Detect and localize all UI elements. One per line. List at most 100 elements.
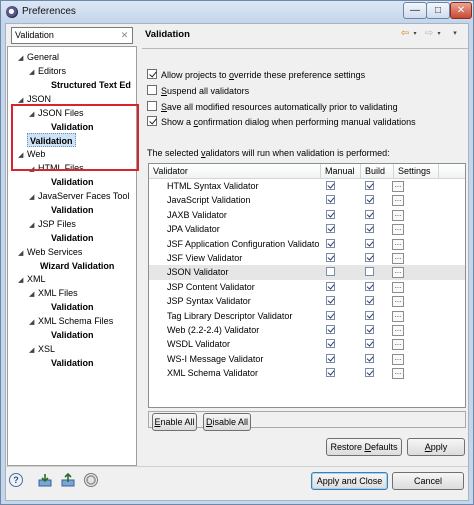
manual-checkbox[interactable] [326, 325, 335, 334]
validator-settings-button[interactable]: ... [392, 181, 404, 192]
validator-settings-button[interactable]: ... [392, 296, 404, 308]
table-row[interactable]: WS-I Message Validator... [149, 352, 465, 366]
tree-item[interactable]: Validation [51, 203, 94, 217]
validator-settings-button[interactable]: ... [392, 339, 404, 351]
validator-settings-button[interactable]: ... [392, 209, 404, 221]
view-menu-icon[interactable]: ▾ [448, 27, 462, 41]
enable-all-button[interactable]: Enable All [152, 413, 197, 431]
column-header-validator[interactable]: Validator [149, 164, 321, 179]
validator-settings-button[interactable]: ... [392, 325, 404, 336]
table-row[interactable]: JSF View Validator... [149, 251, 465, 265]
tree-expand-icon[interactable]: ◢ [29, 191, 38, 205]
build-checkbox[interactable] [365, 238, 374, 248]
column-header-manual[interactable]: Manual [321, 164, 361, 179]
tree-item[interactable]: Wizard Validation [40, 259, 114, 273]
suspend-all-checkbox[interactable] [147, 85, 157, 95]
allow-override-checkbox[interactable] [147, 69, 157, 79]
manual-checkbox[interactable] [326, 368, 335, 378]
manual-checkbox[interactable] [326, 181, 335, 190]
tree-item[interactable]: Validation [51, 328, 94, 342]
validator-settings-button[interactable]: ... [392, 353, 404, 365]
manual-checkbox[interactable] [326, 339, 335, 349]
tree-item[interactable]: ◢ XML [18, 272, 46, 286]
tree-item-selected[interactable]: Validation [27, 133, 76, 148]
tree-item[interactable]: ◢ Editors [29, 64, 66, 78]
build-checkbox[interactable] [365, 253, 374, 262]
validator-settings-button[interactable]: ... [392, 368, 404, 380]
validator-settings-button[interactable]: ... [392, 267, 404, 279]
preferences-gear-icon[interactable] [84, 473, 98, 487]
column-header-build[interactable]: Build [361, 164, 394, 179]
tree-item[interactable]: ◢ XSL [29, 342, 55, 356]
restore-defaults-button[interactable]: Restore Defaults [326, 438, 402, 456]
tree-expand-icon[interactable]: ◢ [29, 108, 38, 122]
tree-item[interactable]: Validation [51, 231, 94, 245]
table-row[interactable]: Tag Library Descriptor Validator... [149, 309, 465, 323]
tree-expand-icon[interactable]: ◢ [29, 219, 38, 233]
validator-settings-button[interactable]: ... [392, 195, 404, 207]
tree-item[interactable]: Validation [51, 175, 94, 189]
validator-settings-button[interactable]: ... [392, 253, 404, 264]
tree-item[interactable]: ◢ General [18, 50, 59, 64]
show-confirm-checkbox[interactable] [147, 116, 157, 126]
maximize-button[interactable]: □ [426, 2, 450, 19]
build-checkbox[interactable] [365, 325, 374, 334]
tree-expand-icon[interactable]: ◢ [18, 52, 27, 66]
cancel-button[interactable]: Cancel [392, 472, 464, 490]
table-row[interactable]: JPA Validator... [149, 222, 465, 236]
manual-checkbox[interactable] [326, 281, 335, 291]
table-row[interactable]: JSP Syntax Validator... [149, 294, 465, 308]
build-checkbox[interactable] [365, 368, 374, 378]
tree-expand-icon[interactable]: ◢ [18, 149, 27, 163]
tree-item[interactable]: Validation [51, 300, 94, 314]
manual-checkbox[interactable] [326, 224, 335, 234]
table-row[interactable]: JAXB Validator... [149, 208, 465, 222]
export-icon[interactable] [61, 472, 75, 487]
table-row[interactable]: XML Schema Validator... [149, 366, 465, 380]
forward-dropdown-icon[interactable]: ▾ [435, 27, 443, 41]
build-checkbox[interactable] [365, 310, 374, 320]
table-row[interactable]: JavaScript Validation... [149, 193, 465, 207]
help-icon[interactable]: ? [9, 473, 23, 487]
apply-and-close-button[interactable]: Apply and Close [311, 472, 388, 490]
manual-checkbox[interactable] [326, 267, 335, 277]
manual-checkbox[interactable] [326, 310, 335, 320]
disable-all-button[interactable]: Disable All [203, 413, 251, 431]
manual-checkbox[interactable] [326, 195, 335, 205]
tree-expand-icon[interactable]: ◢ [29, 288, 38, 302]
back-dropdown-icon[interactable]: ▾ [411, 27, 419, 41]
suspend-all-option[interactable]: Suspend all validators [147, 84, 249, 98]
column-header-settings[interactable]: Settings [394, 164, 439, 179]
tree-item[interactable]: Structured Text Ed [51, 78, 131, 92]
save-all-checkbox[interactable] [147, 101, 157, 111]
tree-item[interactable]: ◢ HTML Files [29, 161, 84, 175]
tree-item[interactable]: ◢ XML Schema Files [29, 314, 113, 328]
build-checkbox[interactable] [365, 209, 374, 219]
panel-sash[interactable] [138, 24, 140, 468]
manual-checkbox[interactable] [326, 353, 335, 363]
tree-item[interactable]: Validation [51, 120, 94, 134]
tree-item[interactable]: ◢ Web Services [18, 245, 82, 259]
allow-override-option[interactable]: Allow projects to override these prefere… [147, 68, 365, 82]
close-button[interactable]: ✕ [450, 2, 472, 19]
table-row[interactable]: Web (2.2-2.4) Validator... [149, 323, 465, 337]
tree-expand-icon[interactable]: ◢ [18, 94, 27, 108]
manual-checkbox[interactable] [326, 253, 335, 262]
tree-item[interactable]: Validation [51, 356, 94, 370]
manual-checkbox[interactable] [326, 209, 335, 219]
save-all-option[interactable]: Save all modified resources automaticall… [147, 100, 398, 114]
preference-tree[interactable]: ◢ General ◢ Editors Structured Text Ed ◢ JSON ◢… [7, 46, 137, 466]
tree-item[interactable]: ◢ JSP Files [29, 217, 76, 231]
validator-settings-button[interactable]: ... [392, 310, 404, 322]
validator-settings-button[interactable]: ... [392, 224, 404, 236]
tree-expand-icon[interactable]: ◢ [18, 274, 27, 288]
show-confirm-option[interactable]: Show a confirmation dialog when performi… [147, 115, 416, 129]
tree-item[interactable]: ◢ JSON [18, 92, 51, 106]
minimize-button[interactable]: — [403, 2, 427, 19]
tree-expand-icon[interactable]: ◢ [29, 66, 38, 80]
import-icon[interactable] [38, 473, 52, 487]
table-row[interactable]: HTML Syntax Validator... [149, 179, 465, 193]
build-checkbox[interactable] [365, 339, 374, 349]
table-row[interactable]: JSON Validator... [149, 265, 465, 280]
build-checkbox[interactable] [365, 181, 374, 190]
